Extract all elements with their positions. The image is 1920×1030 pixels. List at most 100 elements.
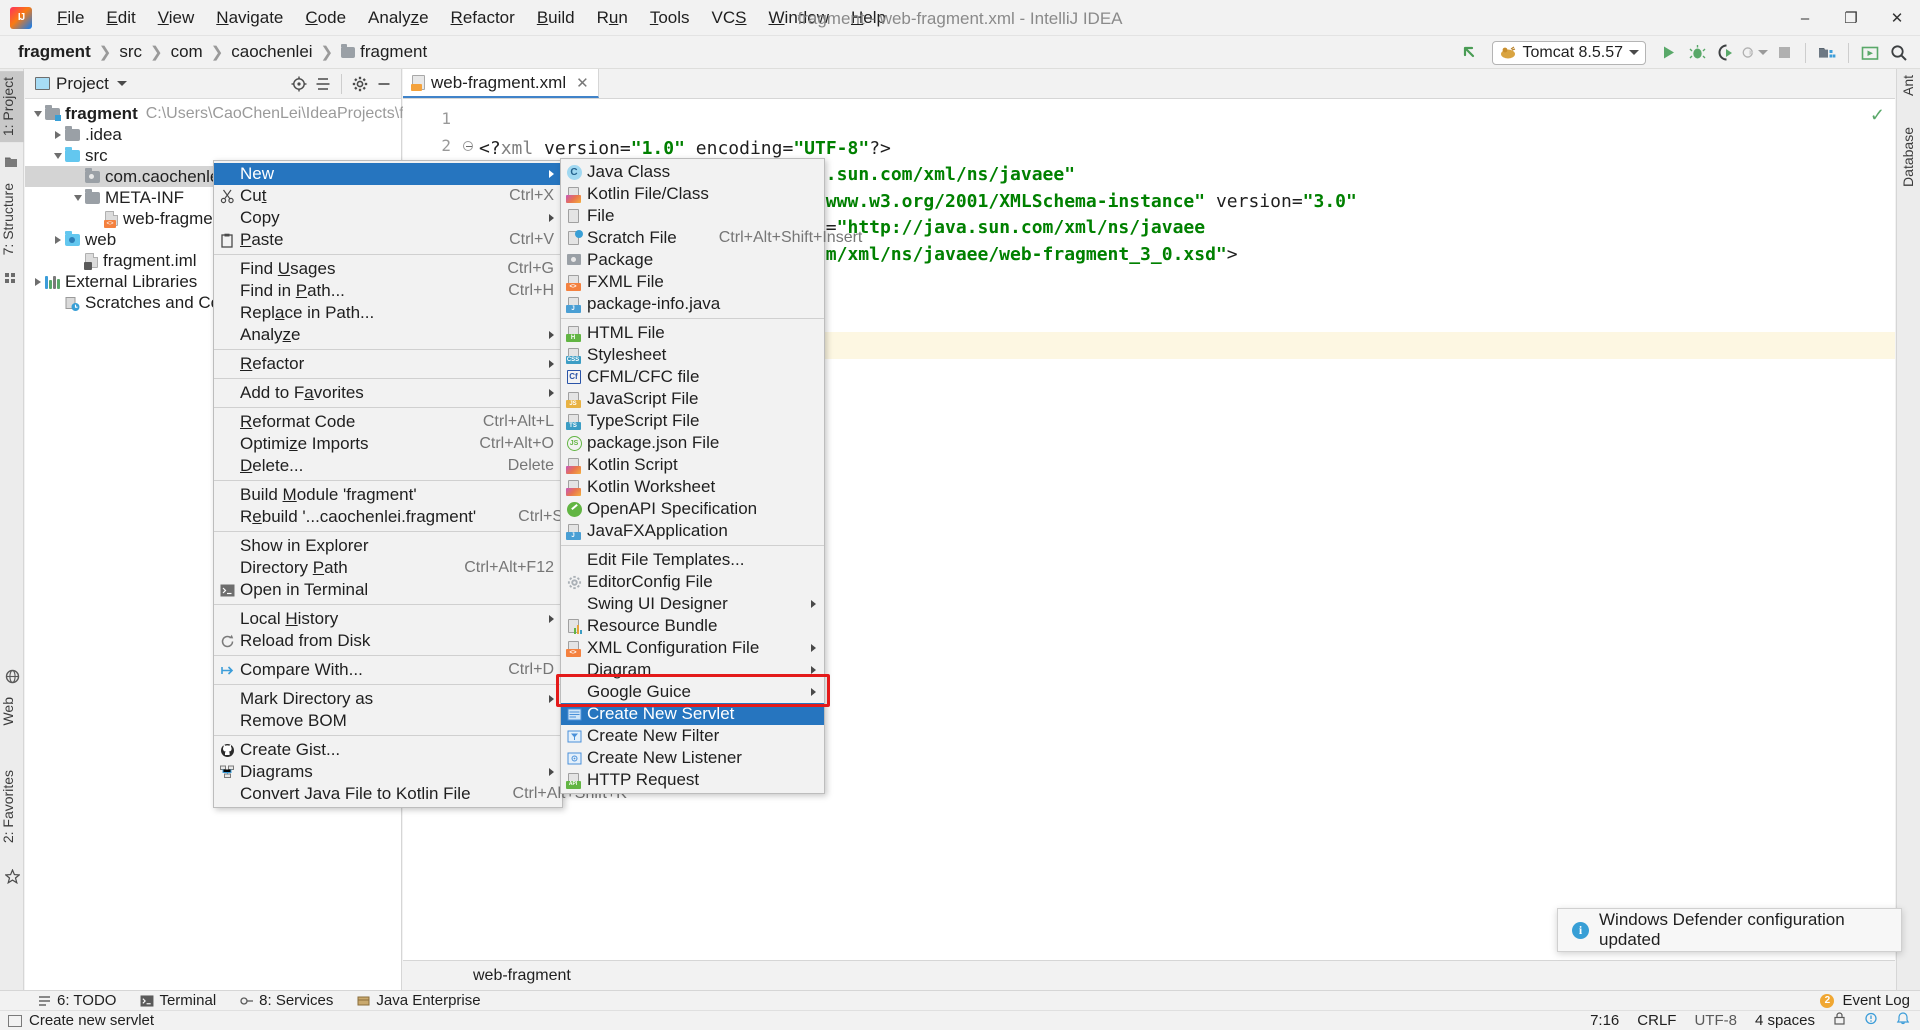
menu-code[interactable]: Code <box>294 5 357 31</box>
context-menu-item-local-history[interactable]: Local History <box>214 608 562 630</box>
menu-vcs[interactable]: VCS <box>701 5 758 31</box>
submenu-item-stylesheet[interactable]: CSS Stylesheet <box>561 344 824 366</box>
breadcrumb-item-src[interactable]: src <box>113 40 148 64</box>
caret-position[interactable]: 7:16 <box>1590 1012 1619 1029</box>
submenu-item-create-new-filter[interactable]: Create New Filter <box>561 725 824 747</box>
maximize-button[interactable]: ❐ <box>1828 0 1874 36</box>
submenu-item-java-class[interactable]: C Java Class <box>561 161 824 183</box>
expand-arrow-icon[interactable] <box>31 275 45 289</box>
minimize-button[interactable]: – <box>1782 0 1828 36</box>
settings-gear-icon[interactable] <box>349 73 371 95</box>
expand-arrow-icon[interactable] <box>51 233 65 247</box>
expand-arrow-icon[interactable] <box>71 191 85 205</box>
context-menu-item-create-gist[interactable]: Create Gist... <box>214 739 562 761</box>
menu-tools[interactable]: Tools <box>639 5 701 31</box>
sidebar-item-favorites[interactable]: 2: Favorites <box>0 764 24 849</box>
sidebar-item-web[interactable]: Web <box>0 691 24 732</box>
submenu-item-scratch-file[interactable]: Scratch File Ctrl+Alt+Shift+Insert <box>561 227 862 249</box>
folder-icon[interactable] <box>5 153 19 167</box>
tree-node-fragment[interactable]: fragment C:\Users\CaoChenLei\IdeaProject… <box>25 103 462 124</box>
submenu-item-swing-ui-designer[interactable]: Swing UI Designer <box>561 593 824 615</box>
debug-icon[interactable] <box>1684 40 1710 66</box>
context-menu-item-rebuild[interactable]: Rebuild '...caochenlei.fragment' Ctrl+Sh… <box>214 506 612 528</box>
menu-refactor[interactable]: Refactor <box>440 5 526 31</box>
context-menu-item-copy[interactable]: Copy <box>214 207 562 229</box>
star-icon[interactable] <box>4 868 21 885</box>
bottom-item-services[interactable]: 8: Services <box>228 991 345 1011</box>
chevron-down-icon[interactable] <box>116 81 127 86</box>
submenu-item-edit-file-templates[interactable]: Edit File Templates... <box>561 549 824 571</box>
expand-arrow-icon[interactable] <box>51 149 65 163</box>
submenu-item-xml-configuration-file[interactable]: <> XML Configuration File <box>561 637 824 659</box>
sidebar-item-ant[interactable]: Ant <box>1900 75 1916 96</box>
indent-setting[interactable]: 4 spaces <box>1755 1012 1815 1029</box>
context-menu-item-refactor[interactable]: Refactor <box>214 353 562 375</box>
menu-build[interactable]: Build <box>526 5 586 31</box>
locate-icon[interactable] <box>288 73 310 95</box>
submenu-item-resource-bundle[interactable]: Resource Bundle <box>561 615 824 637</box>
updates-icon[interactable] <box>1857 40 1883 66</box>
new-submenu[interactable]: C Java Class Kotlin File/Class File Scra… <box>560 158 862 794</box>
context-menu-item-build-module[interactable]: Build Module 'fragment' <box>214 484 562 506</box>
submenu-item-kotlin-worksheet[interactable]: Kotlin Worksheet <box>561 476 824 498</box>
menu-analyze[interactable]: Analyze <box>357 5 440 31</box>
inspection-icon[interactable] <box>1864 1012 1878 1029</box>
context-menu-item-optimize-imports[interactable]: Optimize Imports Ctrl+Alt+O <box>214 433 562 455</box>
context-menu[interactable]: New Cut Ctrl+X Copy Paste Ctrl+V Find Us… <box>213 160 627 808</box>
project-structure-icon[interactable] <box>1814 40 1840 66</box>
submenu-item-package-json-file[interactable]: JS package.json File <box>561 432 824 454</box>
submenu-item-javafx-application[interactable]: J JavaFXApplication <box>561 520 824 542</box>
submenu-item-google-guice[interactable]: Google Guice <box>561 681 824 703</box>
tab-web-fragment-xml[interactable]: web-fragment.xml ✕ <box>403 69 599 98</box>
breadcrumb-item-fragment[interactable]: fragment <box>12 40 97 64</box>
inspection-ok-icon[interactable]: ✓ <box>1870 105 1885 126</box>
context-menu-item-remove-bom[interactable]: Remove BOM <box>214 710 562 732</box>
context-menu-item-compare-with[interactable]: Compare With... Ctrl+D <box>214 659 562 681</box>
context-menu-item-directory-path[interactable]: Directory Path Ctrl+Alt+F12 <box>214 557 562 579</box>
fold-marker-icon[interactable] <box>463 141 473 151</box>
bottom-item-todo[interactable]: 6: TODO <box>26 991 128 1011</box>
breadcrumb-item-fragment-pkg[interactable]: fragment <box>335 40 433 64</box>
search-everywhere-icon[interactable] <box>1886 40 1912 66</box>
submenu-item-kotlin-script[interactable]: Kotlin Script <box>561 454 824 476</box>
submenu-item-editorconfig-file[interactable]: EditorConfig File <box>561 571 824 593</box>
context-menu-item-paste[interactable]: Paste Ctrl+V <box>214 229 562 251</box>
context-menu-item-diagrams[interactable]: Diagrams <box>214 761 562 783</box>
menu-file[interactable]: File <box>46 5 95 31</box>
run-with-coverage-icon[interactable] <box>1713 40 1739 66</box>
menu-navigate[interactable]: Navigate <box>205 5 294 31</box>
submenu-item-create-new-servlet[interactable]: Create New Servlet <box>561 703 824 725</box>
close-icon[interactable]: ✕ <box>576 74 589 92</box>
submenu-item-fxml-file[interactable]: <> FXML File <box>561 271 824 293</box>
bottom-item-terminal[interactable]: Terminal <box>128 991 228 1011</box>
context-menu-item-show-in-explorer[interactable]: Show in Explorer <box>214 535 562 557</box>
submenu-item-create-new-listener[interactable]: Create New Listener <box>561 747 824 769</box>
submenu-item-http-request[interactable]: API HTTP Request <box>561 769 824 791</box>
menu-view[interactable]: View <box>147 5 206 31</box>
submenu-item-file[interactable]: File <box>561 205 824 227</box>
context-menu-item-replace-in-path[interactable]: Replace in Path... <box>214 302 562 324</box>
context-menu-item-convert-java-to-kotlin[interactable]: Convert Java File to Kotlin File Ctrl+Al… <box>214 783 627 805</box>
line-separator[interactable]: CRLF <box>1637 1012 1676 1029</box>
menu-run[interactable]: Run <box>586 5 639 31</box>
run-configuration-selector[interactable]: Tomcat 8.5.57 <box>1491 40 1646 65</box>
context-menu-item-cut[interactable]: Cut Ctrl+X <box>214 185 562 207</box>
run-icon[interactable] <box>1655 40 1681 66</box>
submenu-item-openapi-specification[interactable]: OpenAPI Specification <box>561 498 824 520</box>
bottom-item-java-enterprise[interactable]: Java Enterprise <box>345 991 492 1011</box>
lock-icon[interactable] <box>1833 1012 1846 1029</box>
menu-edit[interactable]: Edit <box>95 5 146 31</box>
context-menu-item-reformat-code[interactable]: Reformat Code Ctrl+Alt+L <box>214 411 562 433</box>
context-menu-item-find-in-path[interactable]: Find in Path... Ctrl+H <box>214 280 562 302</box>
back-arrow-icon[interactable] <box>1457 40 1483 66</box>
sidebar-item-project[interactable]: 1: Project <box>0 71 24 143</box>
context-menu-item-mark-directory-as[interactable]: Mark Directory as <box>214 688 562 710</box>
event-log-label[interactable]: Event Log <box>1842 992 1910 1009</box>
expand-arrow-icon[interactable] <box>31 107 45 121</box>
breadcrumb-item-caochenlei[interactable]: caochenlei <box>225 40 318 64</box>
context-menu-item-find-usages[interactable]: Find Usages Ctrl+G <box>214 258 562 280</box>
submenu-item-typescript-file[interactable]: TS TypeScript File <box>561 410 824 432</box>
notification-icon[interactable] <box>1896 1012 1910 1029</box>
close-button[interactable]: ✕ <box>1874 0 1920 36</box>
context-menu-item-new[interactable]: New <box>214 163 562 185</box>
